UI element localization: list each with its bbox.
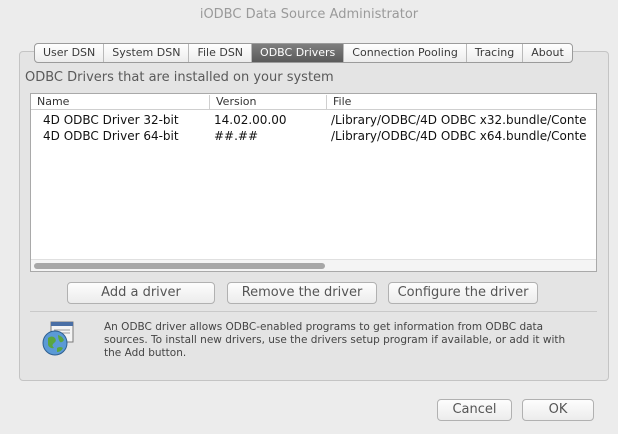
tab-bar: User DSN System DSN File DSN ODBC Driver… — [34, 43, 573, 63]
cell-file: /Library/ODBC/4D ODBC x32.bundle/Conte — [331, 113, 587, 127]
configure-driver-button[interactable]: Configure the driver — [388, 282, 538, 304]
cell-file: /Library/ODBC/4D ODBC x64.bundle/Conte — [331, 129, 587, 143]
column-header-name[interactable]: Name — [31, 95, 209, 109]
ok-button[interactable]: OK — [522, 399, 594, 421]
cell-version: 14.02.00.00 — [214, 113, 287, 127]
odbc-admin-window: iODBC Data Source Administrator User DSN… — [0, 0, 618, 434]
cell-name: 4D ODBC Driver 32-bit — [43, 113, 179, 127]
table-row[interactable]: 4D ODBC Driver 64-bit ##.## /Library/ODB… — [31, 128, 596, 144]
section-label: ODBC Drivers that are installed on your … — [25, 70, 334, 85]
cell-version: ##.## — [214, 129, 259, 143]
column-header-file[interactable]: File — [326, 95, 596, 109]
cell-name: 4D ODBC Driver 64-bit — [43, 129, 179, 143]
tab-connection-pooling[interactable]: Connection Pooling — [344, 44, 467, 62]
remove-driver-button[interactable]: Remove the driver — [227, 282, 377, 304]
list-header: Name Version File — [31, 94, 596, 110]
window-title: iODBC Data Source Administrator — [199, 7, 419, 22]
horizontal-scrollbar[interactable] — [31, 259, 596, 271]
column-header-version[interactable]: Version — [209, 95, 326, 109]
divider — [30, 311, 597, 312]
tab-system-dsn[interactable]: System DSN — [104, 44, 190, 62]
tab-about[interactable]: About — [523, 44, 572, 62]
add-driver-button[interactable]: Add a driver — [67, 282, 215, 304]
tab-user-dsn[interactable]: User DSN — [35, 44, 105, 62]
table-row[interactable]: 4D ODBC Driver 32-bit 14.02.00.00 /Libra… — [31, 112, 596, 128]
tab-file-dsn[interactable]: File DSN — [189, 44, 253, 62]
scrollbar-thumb[interactable] — [34, 263, 325, 269]
list-rows: 4D ODBC Driver 32-bit 14.02.00.00 /Libra… — [31, 112, 596, 144]
drivers-list[interactable]: Name Version File 4D ODBC Driver 32-bit … — [30, 93, 597, 272]
info-text: An ODBC driver allows ODBC-enabled progr… — [104, 321, 566, 359]
cancel-button[interactable]: Cancel — [437, 399, 512, 421]
tab-tracing[interactable]: Tracing — [467, 44, 524, 62]
globe-document-icon — [42, 321, 74, 356]
tab-odbc-drivers[interactable]: ODBC Drivers — [252, 44, 345, 62]
